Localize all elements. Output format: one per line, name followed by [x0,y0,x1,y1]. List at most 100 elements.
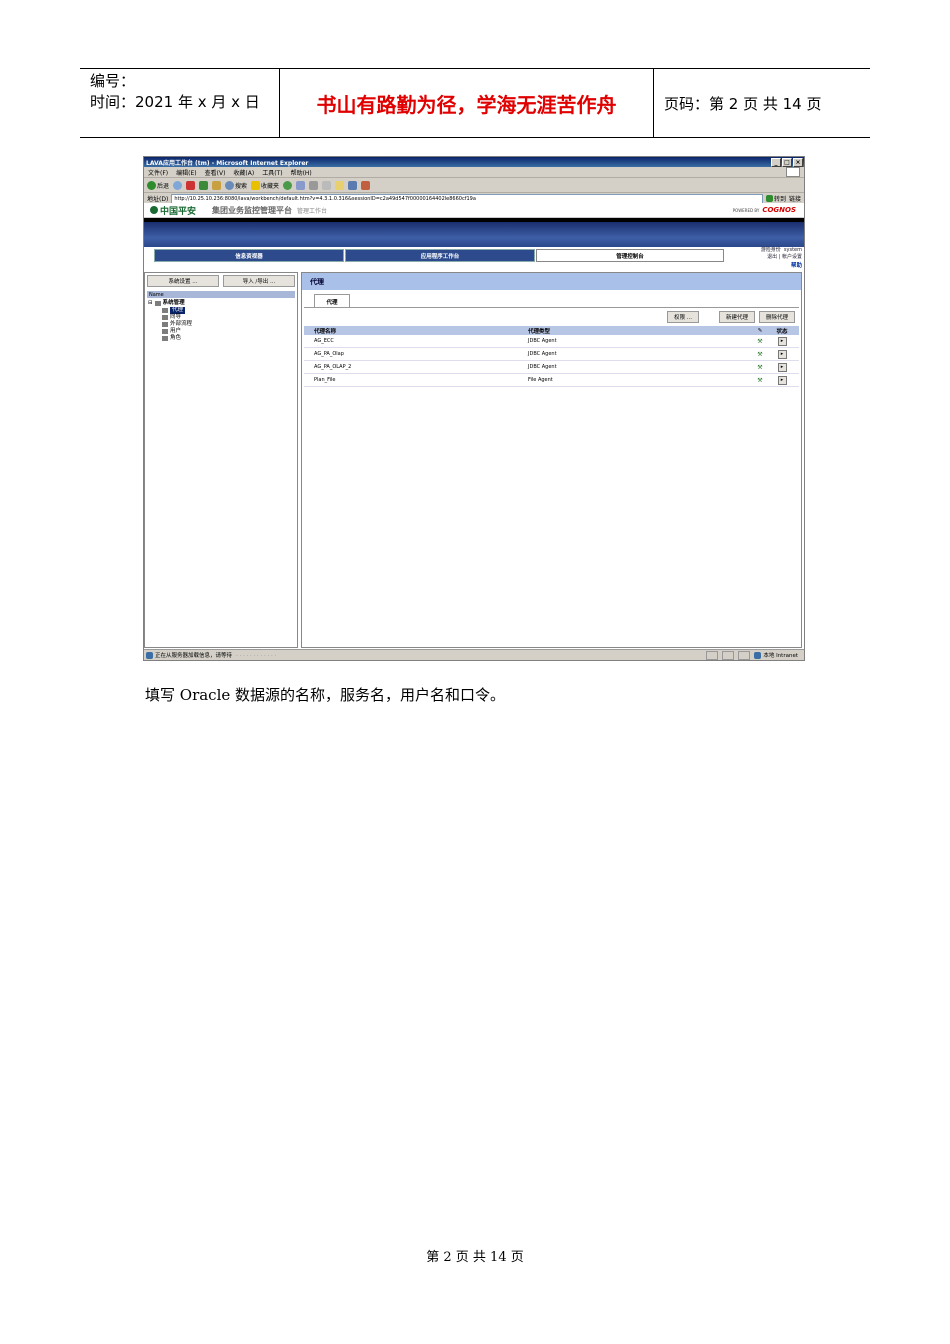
tab-admin-console[interactable]: 管理控制台 [536,249,724,262]
menu-view[interactable]: 查看(V) [205,168,226,177]
run-arrow-icon[interactable]: ▸ [777,336,787,346]
history-icon[interactable] [283,180,293,190]
brand-bar: 中国平安 集团业务监控管理平台 管理工作台 POWERED BY COGNOS [144,203,804,218]
edit-column-icon: ✎ [757,327,763,334]
intranet-icon [754,651,762,659]
forward-icon[interactable] [173,180,183,190]
links-button[interactable]: 链接 [789,194,804,203]
browser-window-screenshot: LAVA应用工作台 (tm) - Microsoft Internet Expl… [143,156,805,661]
table-row[interactable]: Plan_File File Agent ⚒ ▸ [304,374,799,387]
menu-edit[interactable]: 编辑(E) [176,168,196,177]
run-arrow-icon[interactable]: ▸ [777,362,787,372]
brand-mark-icon [150,206,158,214]
star-icon [251,180,261,190]
edit-agent-icon[interactable]: ⚒ [748,377,772,384]
minimize-button[interactable]: _ [771,157,781,167]
powered-by: POWERED BY COGNOS [732,206,796,214]
go-button[interactable]: 转到 [765,194,786,203]
messenger-icon[interactable] [348,180,358,190]
tab-workbench[interactable]: 应用程序工作台 [345,249,535,262]
user-identity-link[interactable]: 游险身份 [761,247,781,253]
browser-toolbar: 后退 搜索 收藏夹 [144,178,804,193]
page-footer: 第 2 页 共 14 页 [426,1250,524,1265]
col-agent-type[interactable]: 代理类型 [528,327,748,335]
instruction-text: 填写 Oracle 数据源的名称，服务名，用户名和口令。 [145,686,506,704]
page-label: 页码：第 2 页 共 14 页 [664,94,822,113]
table-row[interactable]: AG_PA_Olap JDBC Agent ⚒ ▸ [304,348,799,361]
tab-divider [304,307,799,308]
tree-item-users[interactable]: 用户 [148,328,294,335]
logout-link[interactable]: 退出 [767,254,777,260]
table-row[interactable]: AG_ECC JDBC Agent ⚒ ▸ [304,335,799,348]
folder-icon[interactable] [335,180,345,190]
home-icon[interactable] [212,180,222,190]
go-arrow-icon [765,195,773,202]
mail-icon[interactable] [296,180,306,190]
header-band [144,218,804,248]
address-label: 地址(D) [147,196,169,203]
stop-icon[interactable] [186,180,196,190]
tree-column-header: Name [147,291,295,298]
left-pane: 系统设置 ... 导入 /导出 ... Name ⊟ 系统管理 代理 向导 外部流… [144,272,298,648]
edit-agent-icon[interactable]: ⚒ [748,364,772,371]
delete-agent-button[interactable]: 删除代理 [758,311,795,323]
edit-icon[interactable] [322,180,332,190]
run-arrow-icon[interactable]: ▸ [777,349,787,359]
windows-logo-icon [786,167,800,177]
run-arrow-icon[interactable]: ▸ [777,375,787,385]
back-button[interactable]: 后退 [147,180,169,190]
user-name: system [783,247,802,253]
edit-agent-icon[interactable]: ⚒ [748,351,772,358]
refresh-icon[interactable] [199,180,209,190]
status-bar: 正在从服务器加载信息，请等待 . . . . . . . . . . . . 本… [144,649,804,660]
status-text: 正在从服务器加载信息，请等待 [155,653,233,659]
app-tabs: 信息资视器 应用程序工作台 管理控制台 游险身份 system 退出 | 帐户设… [144,247,804,269]
workbench-label: 管理工作台 [297,207,328,215]
role-icon [162,336,168,341]
page-content: 中国平安 集团业务监控管理平台 管理工作台 POWERED BY COGNOS 信… [144,203,804,650]
account-settings-link[interactable]: 帐户设置 [782,254,802,260]
vendor-logo: COGNOS [762,206,796,214]
back-arrow-icon [147,180,156,190]
menu-help[interactable]: 帮助(H) [291,168,312,177]
tree-item-roles[interactable]: 角色 [148,335,294,342]
right-pane: 代理 代理 权限 ... 新建代理 删除代理 代理名称 代理类型 ✎ 状态 AG… [301,272,802,648]
status-progress: . . . . . . . . . . . . [236,652,277,658]
header-meta: 编号： 时间：2021 年 x 月 x 日 [80,69,280,137]
col-agent-name[interactable]: 代理名称 [304,327,528,335]
tree-item-wizard[interactable]: 向导 [148,314,294,321]
menu-file[interactable]: 文件(F) [148,168,168,177]
import-export-button[interactable]: 导入 /导出 ... [223,275,295,287]
tree-item-agent[interactable]: 代理 [148,307,294,314]
process-icon [162,322,168,327]
tools-icon[interactable] [361,180,371,190]
favorites-button[interactable]: 收藏夹 [251,180,279,190]
collapse-icon[interactable]: ⊟ [148,300,153,307]
search-button[interactable]: 搜索 [225,180,247,190]
nav-tree: ⊟ 系统管理 代理 向导 外部流程 用户 角色 [145,298,297,344]
help-link[interactable]: 帮助 [791,261,802,269]
close-button[interactable]: × [793,157,803,167]
system-settings-button[interactable]: 系统设置 ... [147,275,219,287]
tree-root[interactable]: ⊟ 系统管理 [148,300,294,307]
wizard-icon [162,315,168,320]
tab-portal[interactable]: 信息资视器 [154,249,344,262]
maximize-button[interactable]: □ [782,157,792,167]
edit-agent-icon[interactable]: ⚒ [748,338,772,345]
print-icon[interactable] [309,180,319,190]
search-icon [225,180,235,190]
menu-tools[interactable]: 工具(T) [262,168,282,177]
permissions-button[interactable]: 权限 ... [666,311,699,323]
agent-table: 代理名称 代理类型 ✎ 状态 AG_ECC JDBC Agent ⚒ ▸ AG_… [304,326,799,387]
time-label: 时间：2021 年 x 月 x 日 [90,93,260,111]
window-title: LAVA应用工作台 (tm) - Microsoft Internet Expl… [146,159,309,167]
tab-agent[interactable]: 代理 [314,294,350,308]
tree-item-external-process[interactable]: 外部流程 [148,321,294,328]
table-row[interactable]: AG_PA_OLAP_2 JDBC Agent ⚒ ▸ [304,361,799,374]
table-header: 代理名称 代理类型 ✎ 状态 [304,326,799,335]
user-icon [162,329,168,334]
user-links: 游险身份 system 退出 | 帐户设置 [760,247,802,260]
address-input[interactable]: http://10.25.10.236:8080/lava/workbench/… [171,193,763,204]
new-agent-button[interactable]: 新建代理 [718,311,755,323]
menu-favorites[interactable]: 收藏(A) [233,168,254,177]
